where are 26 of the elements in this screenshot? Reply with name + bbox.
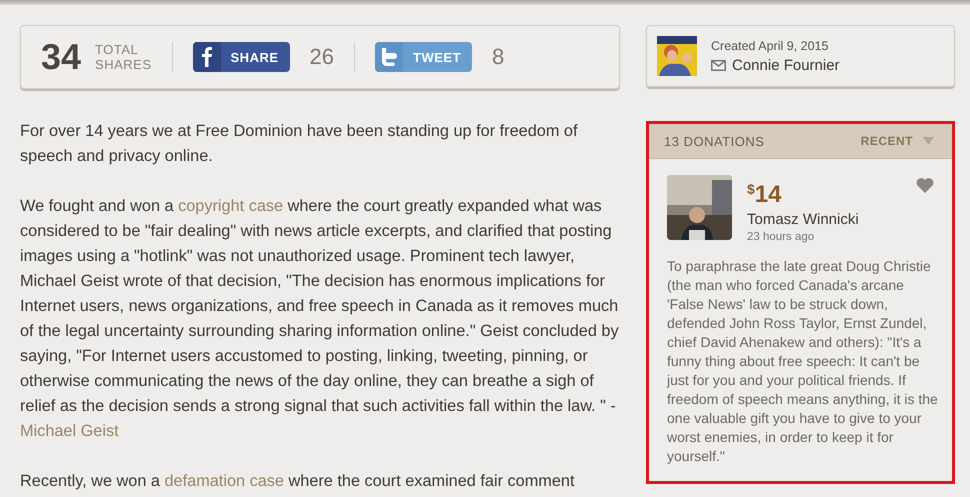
heart-icon[interactable] — [916, 177, 934, 193]
article-link[interactable]: copyright case — [178, 197, 284, 215]
donations-count: 13 DONATIONS — [664, 134, 764, 148]
total-shares-label: TOTAL — [95, 42, 140, 57]
share-count: 26 — [310, 44, 334, 70]
twitter-icon — [381, 48, 398, 66]
caret-icon — [923, 137, 934, 145]
article-link[interactable]: Michael Geist — [20, 422, 119, 440]
total-shares-label: SHARES — [95, 57, 152, 72]
article-paragraph: Recently, we won a defamation case where the court examined fair comment — [20, 471, 576, 492]
facebook-icon — [202, 47, 212, 67]
total-count: 34 — [41, 36, 82, 78]
share-button[interactable]: SHARE — [192, 42, 290, 72]
donor-name: Tomasz Winnicki — [747, 211, 860, 228]
donation-comment: To paraphrase the late great Doug Christie (the man who forced Canada's arcane 'False News' law to be struck down, defended John Ross Taylor, Ernst Zundel, chief David Ahenakew and others): "It's a funny thing about free speech: It can't be just for you and your political friends. If freedom of speech means anything, it is the one valuable gift you have to give to your worst enemies, in order to keep it for yourself." — [667, 257, 939, 466]
share-count: 8 — [492, 44, 504, 70]
article-paragraph: We fought and won a copyright case where the court greatly expanded what was considered to be "fair dealing" with news article excerpts, and clarified that posting images using a "hotlink" was not unauthorized usage. Prominent tech lawyer, Michael Geist wrote of that decision, "The decision has enormous implications for Internet users, news organizations, and free speech in Canada as it removes much of the legal uncertainty surrounding sharing information online." Geist concluded by saying, "For Internet users accustomed to posting, linking, tweeting, pinning, or otherwise communicating the news of the day online, they can breathe a sigh of relief as the decision sends a strong signal that such activities fall within the law. " - Michael Geist — [20, 196, 620, 442]
share-button[interactable]: TWEET — [375, 42, 472, 72]
created-date: Created April 9, 2015 — [711, 38, 830, 52]
organizer-link[interactable]: Connie Fournier — [732, 56, 840, 74]
article-paragraph: For over 14 years we at Free Dominion have been standing up for freedom of speech and privacy online. — [20, 121, 578, 167]
sort-dropdown[interactable]: RECENT — [860, 134, 934, 148]
donation-amount: $^{$}$14 — [747, 180, 782, 209]
mail-icon — [711, 60, 726, 70]
donation-time: 23 hours ago — [747, 231, 816, 243]
article-link[interactable]: defamation case — [164, 472, 284, 490]
